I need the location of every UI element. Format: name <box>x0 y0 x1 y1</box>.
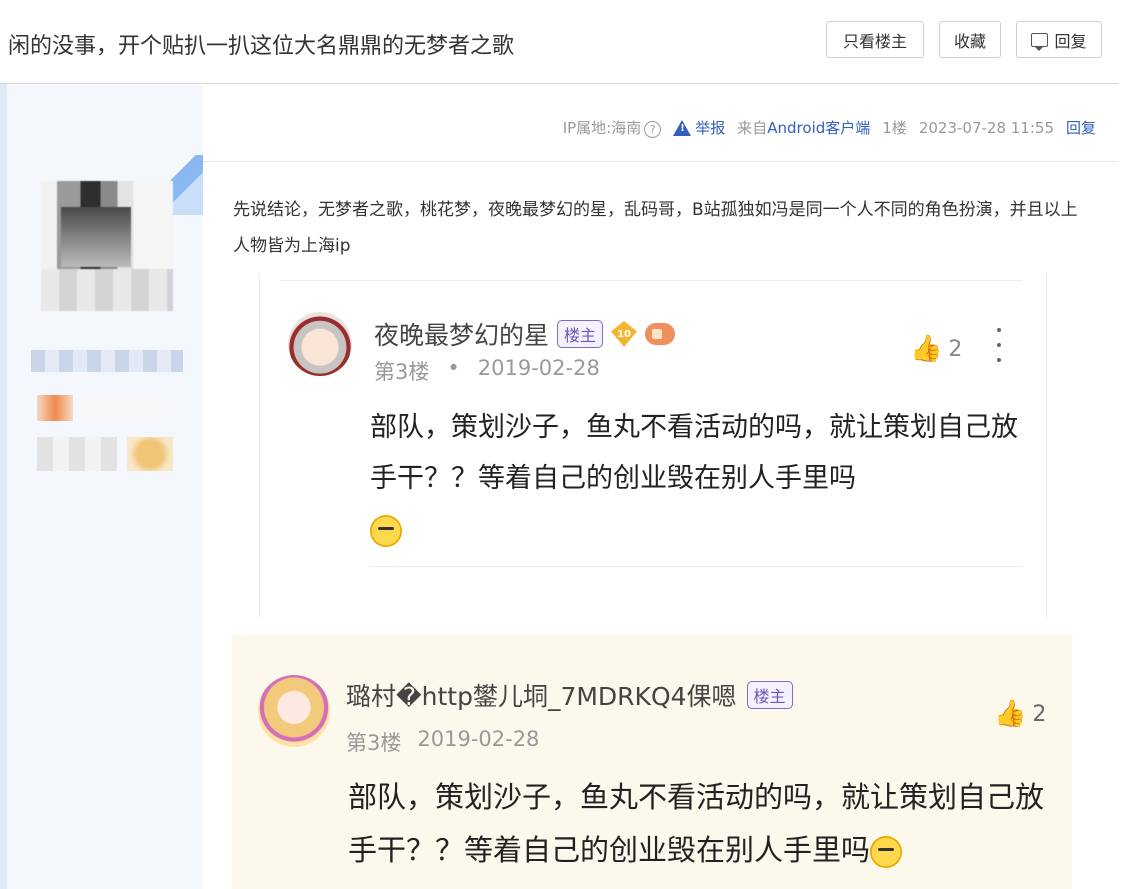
client-source: 来自Android客户端 <box>737 117 870 138</box>
comment-author: 璐村�http鐢儿垌_7MDRKQ4倮嗯 楼主 <box>346 677 793 713</box>
embedded-screenshot-2: 璐村�http鐢儿垌_7MDRKQ4倮嗯 楼主 第3楼 2019-02-28 👍… <box>232 635 1072 889</box>
like-count: 👍 2 <box>994 699 1046 729</box>
divider <box>280 280 1022 281</box>
comment-meta: 第3楼 • 2019-02-28 <box>374 356 600 386</box>
thread-header: 闲的没事，开个贴扒一扒这位大名鼎鼎的无梦者之歌 只看楼主 收藏 回复 <box>0 0 1118 84</box>
reply-button[interactable]: 回复 <box>1016 21 1102 58</box>
op-tag: 楼主 <box>557 320 604 348</box>
favorite-button[interactable]: 收藏 <box>939 21 1001 58</box>
comment-text-content: 部队，策划沙子，鱼丸不看活动的吗，就让策划自己放手干？？等着自己的创业毁在别人手… <box>370 412 1018 494</box>
chat-icon <box>1031 32 1049 51</box>
more-options-icon <box>996 328 1002 362</box>
report-label: 举报 <box>695 119 726 137</box>
user-avatar[interactable] <box>41 181 173 311</box>
user-medal-blurred <box>127 437 173 471</box>
post-body: 先说结论，无梦者之歌，桃花梦，夜晚最梦幻的星，乱码哥，B站孤独如冯是同一个人不同… <box>233 200 1078 256</box>
post-timestamp: 2023-07-28 11:55 <box>918 118 1054 137</box>
emoji-icon <box>370 514 402 547</box>
user-name-blurred[interactable] <box>31 350 183 372</box>
comment-text: 部队，策划沙子，鱼丸不看活动的吗，就让策划自己放手干？？等着自己的创业毁在别人手… <box>348 771 1058 877</box>
comment-text-content: 部队，策划沙子，鱼丸不看活动的吗，就让策划自己放手干？？等着自己的创业毁在别人手… <box>348 780 1045 867</box>
comment-date: 2019-02-28 <box>417 727 540 751</box>
thumb-up-icon: 👍 <box>994 699 1027 729</box>
ip-location-text: IP属地:海南 <box>562 119 642 137</box>
like-number: 2 <box>948 336 963 362</box>
op-tag: 楼主 <box>746 681 793 709</box>
only-op-button[interactable]: 只看楼主 <box>826 21 924 58</box>
thumb-up-icon: 👍 <box>910 334 943 364</box>
user-sidebar <box>7 85 203 889</box>
post-meta: IP属地:海南? 举报 来自Android客户端 1楼 2023-07-28 1… <box>203 85 1118 162</box>
level-badge-icon: 10 <box>611 321 638 347</box>
comment-author: 夜晚最梦幻的星 楼主 10 <box>374 316 676 352</box>
client-prefix: 来自 <box>737 119 768 137</box>
user-level-bar <box>77 395 163 421</box>
post-meta-row: IP属地:海南? 举报 来自Android客户端 1楼 2023-07-28 1… <box>563 117 1096 138</box>
help-icon[interactable]: ? <box>644 121 662 138</box>
comment-text: 部队，策划沙子，鱼丸不看活动的吗，就让策划自己放手干？？等着自己的创业毁在别人手… <box>370 402 1030 555</box>
floor-number: 1楼 <box>882 119 907 137</box>
avatar <box>288 312 352 376</box>
gamepad-icon <box>645 323 676 345</box>
reply-button-label: 回复 <box>1054 31 1087 51</box>
user-level-badge <box>37 395 73 421</box>
ip-location: IP属地:海南? <box>563 117 662 138</box>
thread-title: 闲的没事，开个贴扒一扒这位大名鼎鼎的无梦者之歌 <box>8 34 515 59</box>
author-name: 夜晚最梦幻的星 <box>374 321 550 350</box>
post-reply-link[interactable]: 回复 <box>1066 117 1096 138</box>
client-link[interactable]: Android客户端 <box>767 119 870 137</box>
report-link[interactable]: 举报 <box>673 117 725 138</box>
user-badge-blurred <box>37 437 117 471</box>
comment-date: 2019-02-28 <box>477 356 600 380</box>
emoji-icon <box>870 836 903 868</box>
comment-meta: 第3楼 2019-02-28 <box>346 727 539 757</box>
embedded-screenshot-1: 夜晚最梦幻的星 楼主 10 第3楼 • 2019-02-28 👍 2 部队，策划… <box>259 274 1047 619</box>
comment-floor: 第3楼 <box>346 731 402 755</box>
avatar <box>258 675 330 747</box>
warning-icon <box>673 119 692 136</box>
like-number: 2 <box>1032 701 1047 727</box>
like-count: 👍 2 <box>910 334 962 364</box>
meta-separator: • <box>447 356 460 380</box>
page-edge-strip <box>0 0 7 889</box>
divider <box>370 566 1022 567</box>
comment-floor: 第3楼 <box>374 360 430 384</box>
author-name: 璐村�http鐢儿垌_7MDRKQ4倮嗯 <box>346 682 737 711</box>
